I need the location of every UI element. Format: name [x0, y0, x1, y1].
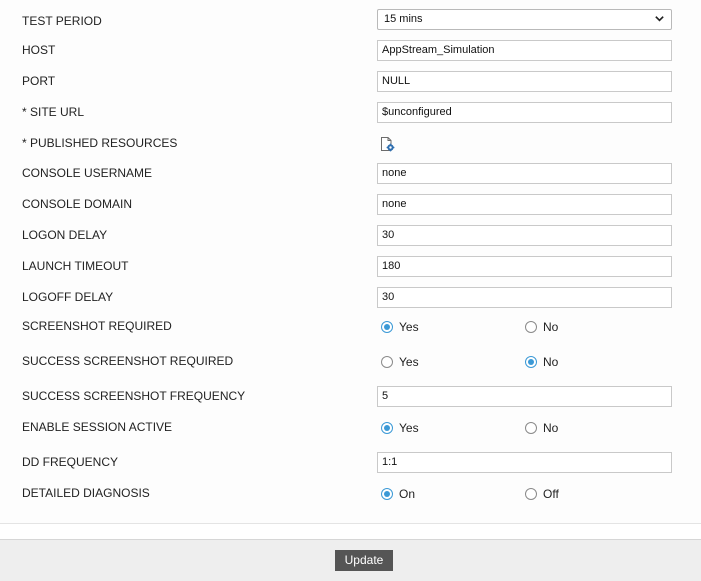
radio-unchecked-icon: [525, 321, 537, 333]
success-screenshot-frequency-input[interactable]: 5: [377, 386, 672, 407]
host-input[interactable]: AppStream_Simulation: [377, 40, 672, 61]
console-domain-input[interactable]: none: [377, 194, 672, 215]
screenshot-required-no-radio[interactable]: No: [525, 320, 558, 334]
radio-label: No: [543, 355, 559, 369]
radio-checked-icon: [381, 488, 393, 500]
site-url-input[interactable]: $unconfigured: [377, 102, 672, 123]
test-period-label: TEST PERIOD: [22, 14, 102, 28]
logoff-delay-input[interactable]: 30: [377, 287, 672, 308]
test-period-value: 15 mins: [384, 13, 423, 25]
detailed-diagnosis-label: DETAILED DIAGNOSIS: [22, 486, 150, 500]
radio-unchecked-icon: [381, 356, 393, 368]
site-url-label: * SITE URL: [22, 105, 85, 119]
logoff-delay-label: LOGOFF DELAY: [22, 290, 114, 304]
detailed-diagnosis-off-radio[interactable]: Off: [525, 487, 559, 501]
chevron-down-icon: [655, 16, 664, 22]
launch-timeout-input[interactable]: 180: [377, 256, 672, 277]
radio-label: On: [399, 487, 416, 501]
radio-label: Off: [543, 487, 559, 501]
console-username-label: CONSOLE USERNAME: [22, 166, 153, 180]
success-screenshot-required-label: SUCCESS SCREENSHOT REQUIRED: [22, 354, 234, 368]
radio-label: Yes: [399, 320, 419, 334]
port-label: PORT: [22, 74, 56, 88]
launch-timeout-label: LAUNCH TIMEOUT: [22, 259, 129, 273]
radio-checked-icon: [381, 422, 393, 434]
radio-label: Yes: [399, 355, 419, 369]
success-screenshot-required-no-radio[interactable]: No: [525, 355, 558, 369]
test-period-select[interactable]: 15 mins: [377, 9, 672, 30]
footer-bar: Update: [0, 539, 701, 581]
logon-delay-input[interactable]: 30: [377, 225, 672, 246]
radio-label: Yes: [399, 421, 419, 435]
success-screenshot-frequency-label: SUCCESS SCREENSHOT FREQUENCY: [22, 389, 246, 403]
dd-frequency-input[interactable]: 1:1: [377, 452, 672, 473]
console-domain-label: CONSOLE DOMAIN: [22, 197, 133, 211]
radio-label: No: [543, 421, 559, 435]
configuration-form: TEST PERIOD 15 mins HOST AppStream_Simul…: [0, 0, 701, 524]
published-resources-label: * PUBLISHED RESOURCES: [22, 136, 178, 150]
resource-settings-icon[interactable]: [379, 136, 395, 152]
enable-session-active-label: ENABLE SESSION ACTIVE: [22, 420, 173, 434]
radio-label: No: [543, 320, 559, 334]
radio-unchecked-icon: [525, 422, 537, 434]
console-username-input[interactable]: none: [377, 163, 672, 184]
radio-checked-icon: [525, 356, 537, 368]
logon-delay-label: LOGON DELAY: [22, 228, 108, 242]
radio-unchecked-icon: [525, 488, 537, 500]
dd-frequency-label: DD FREQUENCY: [22, 455, 119, 469]
screenshot-required-yes-radio[interactable]: Yes: [381, 320, 419, 334]
screenshot-required-label: SCREENSHOT REQUIRED: [22, 319, 172, 333]
enable-session-active-yes-radio[interactable]: Yes: [381, 421, 419, 435]
radio-checked-icon: [381, 321, 393, 333]
update-button[interactable]: Update: [335, 550, 393, 571]
detailed-diagnosis-on-radio[interactable]: On: [381, 487, 415, 501]
success-screenshot-required-yes-radio[interactable]: Yes: [381, 355, 419, 369]
enable-session-active-no-radio[interactable]: No: [525, 421, 558, 435]
port-input[interactable]: NULL: [377, 71, 672, 92]
host-label: HOST: [22, 43, 56, 57]
